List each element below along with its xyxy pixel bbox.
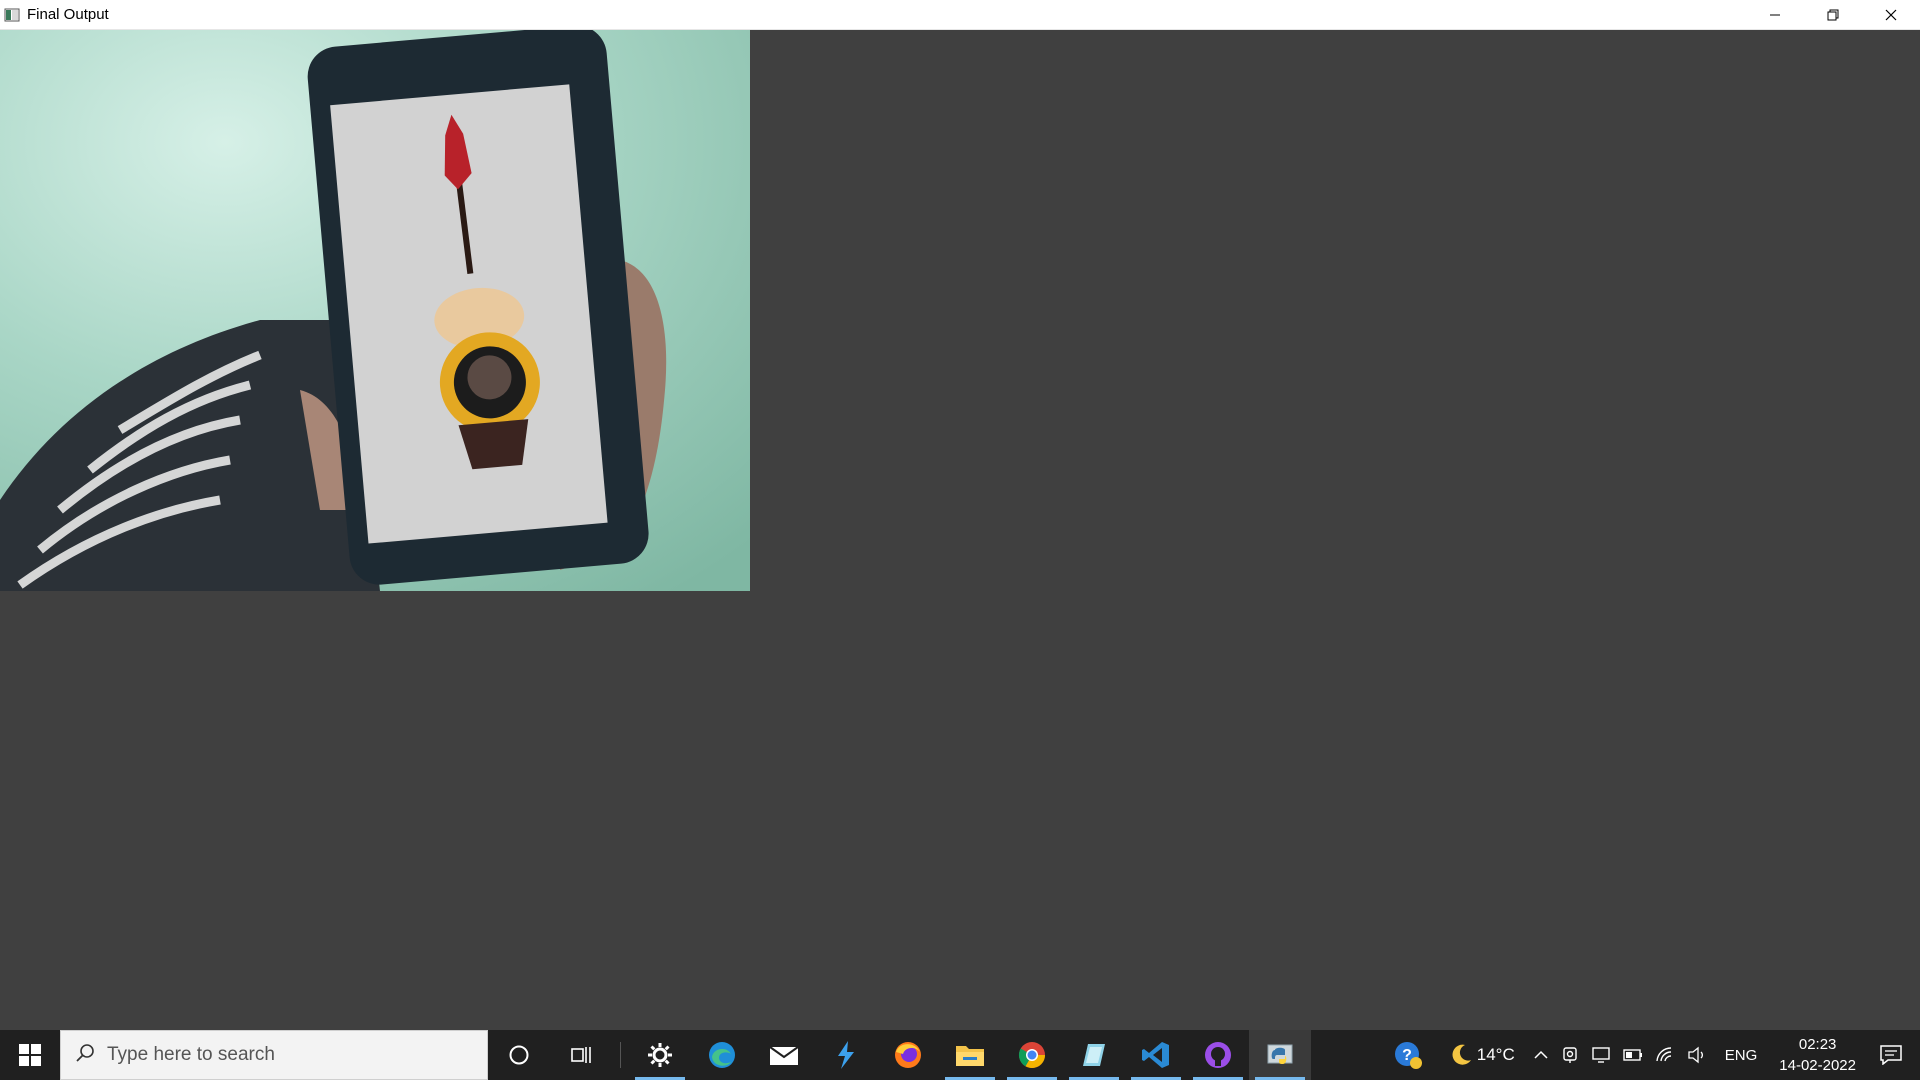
vs-icon bbox=[838, 1041, 854, 1069]
app-window: Final Output bbox=[0, 0, 1920, 1030]
notifications-button[interactable] bbox=[1866, 1030, 1920, 1080]
show-hidden-icons-button[interactable] bbox=[1521, 1030, 1555, 1080]
taskbar-app-notepad[interactable] bbox=[1063, 1030, 1125, 1080]
chevron-up-icon bbox=[1534, 1050, 1548, 1059]
circle-icon bbox=[509, 1045, 529, 1065]
restore-icon bbox=[1827, 9, 1839, 20]
moon-icon bbox=[1452, 1044, 1471, 1065]
taskbar-app-firefox[interactable] bbox=[877, 1030, 939, 1080]
help-icon: ? bbox=[1394, 1042, 1422, 1069]
notification-icon bbox=[1880, 1045, 1902, 1065]
battery-tray-item[interactable] bbox=[1617, 1030, 1649, 1080]
app-icon bbox=[4, 7, 20, 23]
taskbar-app-vs-installer[interactable] bbox=[815, 1030, 877, 1080]
close-icon bbox=[1885, 9, 1897, 20]
battery-icon bbox=[1623, 1049, 1642, 1061]
language-indicator[interactable]: ENG bbox=[1713, 1030, 1770, 1080]
speaker-icon bbox=[1688, 1046, 1703, 1064]
minimize-button[interactable] bbox=[1746, 0, 1804, 29]
system-tray: ? 14°C ENG 02:23 14-02-2022 bbox=[1387, 1030, 1920, 1080]
windows-icon bbox=[19, 1044, 41, 1066]
camera-tray-item[interactable] bbox=[1555, 1030, 1585, 1080]
github-icon bbox=[1205, 1042, 1231, 1068]
gear-icon bbox=[648, 1043, 672, 1067]
monitor-icon bbox=[1592, 1047, 1610, 1063]
chrome-icon bbox=[1018, 1042, 1046, 1069]
taskbar-app-file-explorer[interactable] bbox=[939, 1030, 1001, 1080]
task-view-icon bbox=[571, 1047, 591, 1063]
window-title: Final Output bbox=[27, 6, 109, 23]
title-bar[interactable]: Final Output bbox=[0, 0, 1920, 30]
close-button[interactable] bbox=[1862, 0, 1920, 29]
search-input[interactable]: Type here to search bbox=[60, 1030, 488, 1080]
taskbar-separator bbox=[620, 1042, 621, 1068]
wifi-icon bbox=[1656, 1047, 1671, 1062]
taskbar-app-python[interactable] bbox=[1249, 1030, 1311, 1080]
edge-icon bbox=[709, 1042, 735, 1068]
clock-date: 14-02-2022 bbox=[1779, 1057, 1856, 1074]
start-button[interactable] bbox=[0, 1030, 60, 1080]
display-tray-item[interactable] bbox=[1585, 1030, 1617, 1080]
search-placeholder: Type here to search bbox=[107, 1044, 275, 1065]
clock[interactable]: 02:23 14-02-2022 bbox=[1769, 1034, 1866, 1076]
taskbar-app-chrome[interactable] bbox=[1001, 1030, 1063, 1080]
cortana-button[interactable] bbox=[488, 1030, 550, 1080]
language-label: ENG bbox=[1724, 1046, 1758, 1064]
help-tray-item[interactable]: ? bbox=[1387, 1030, 1429, 1080]
output-area bbox=[0, 30, 1920, 1030]
wifi-tray-item[interactable] bbox=[1649, 1030, 1681, 1080]
search-icon bbox=[75, 1043, 95, 1068]
firefox-icon bbox=[895, 1042, 921, 1068]
camera-frame bbox=[0, 30, 750, 591]
python-icon bbox=[1267, 1044, 1293, 1064]
taskbar-app-mail[interactable] bbox=[753, 1030, 815, 1080]
taskbar: Type here to search ? 14°C ENG 02:23 14-… bbox=[0, 1030, 1920, 1080]
vscode-icon bbox=[1142, 1042, 1169, 1068]
weather-widget[interactable]: 14°C bbox=[1429, 1030, 1521, 1080]
weather-temperature: 14°C bbox=[1476, 1045, 1515, 1064]
taskbar-app-edge[interactable] bbox=[691, 1030, 753, 1080]
task-view-button[interactable] bbox=[550, 1030, 612, 1080]
clock-time: 02:23 bbox=[1798, 1036, 1837, 1053]
volume-tray-item[interactable] bbox=[1681, 1030, 1713, 1080]
taskbar-app-vscode[interactable] bbox=[1125, 1030, 1187, 1080]
window-controls bbox=[1746, 0, 1920, 29]
mail-icon bbox=[769, 1046, 799, 1065]
restore-button[interactable] bbox=[1804, 0, 1862, 29]
taskbar-app-github-desktop[interactable] bbox=[1187, 1030, 1249, 1080]
minimize-icon bbox=[1770, 14, 1780, 15]
notepad-icon bbox=[1083, 1044, 1105, 1066]
webcam-icon bbox=[1563, 1047, 1577, 1063]
folder-icon bbox=[956, 1046, 984, 1066]
taskbar-app-settings[interactable] bbox=[629, 1030, 691, 1080]
